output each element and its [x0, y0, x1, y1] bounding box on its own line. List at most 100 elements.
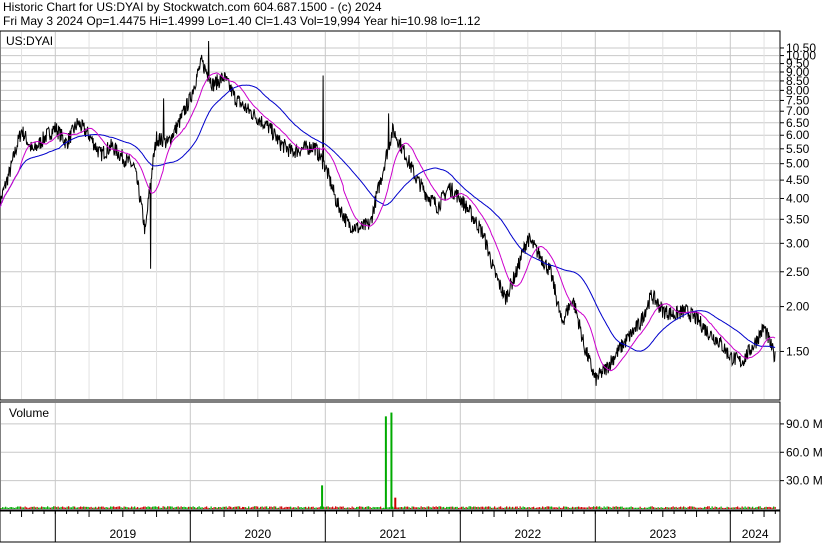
stock-chart: 10.5010.009.509.008.508.007.507.006.506.…	[0, 30, 823, 543]
volume-bar	[137, 506, 139, 509]
volume-bar	[585, 507, 587, 509]
volume-bar	[348, 507, 350, 509]
volume-bar	[323, 506, 325, 509]
volume-bar	[114, 507, 116, 509]
volume-bar	[570, 507, 572, 509]
volume-bar	[405, 506, 407, 509]
volume-bar	[36, 506, 38, 509]
time-axis-label: 2024	[742, 527, 769, 541]
price-tick-label: 4.50	[786, 173, 810, 187]
volume-bar	[329, 507, 331, 509]
volume-bar	[42, 506, 44, 509]
volume-bar	[119, 506, 121, 509]
volume-bar	[654, 507, 656, 509]
volume-bar	[773, 506, 775, 509]
volume-bar	[65, 507, 67, 509]
price-tick-label: 5.00	[786, 157, 810, 171]
volume-bar	[357, 506, 359, 509]
volume-spike-bar	[321, 485, 324, 509]
volume-bar	[572, 506, 574, 509]
volume-bar	[716, 506, 718, 509]
volume-chart-title: Volume	[9, 406, 49, 420]
volume-bar	[447, 506, 449, 509]
volume-bar	[347, 507, 349, 509]
volume-bar	[353, 507, 355, 509]
volume-bar	[753, 507, 755, 509]
volume-bar	[738, 507, 740, 509]
volume-bar	[476, 507, 478, 509]
volume-bar	[275, 506, 277, 509]
volume-bar	[326, 506, 328, 509]
volume-bar	[578, 506, 580, 509]
volume-bar	[75, 507, 77, 509]
volume-bar	[680, 506, 682, 509]
volume-bar	[639, 506, 641, 509]
volume-bar	[774, 506, 776, 509]
volume-bar	[587, 507, 589, 509]
volume-bar	[107, 507, 109, 509]
volume-bar	[80, 506, 82, 509]
volume-bar	[132, 507, 134, 509]
volume-bar	[747, 506, 749, 509]
volume-bar	[477, 506, 479, 509]
volume-bar	[171, 506, 173, 509]
volume-bar	[99, 506, 101, 509]
volume-bar	[569, 507, 571, 509]
volume-bar	[315, 507, 317, 509]
volume-bar	[464, 507, 466, 509]
volume-bar	[98, 506, 100, 509]
volume-bar	[770, 507, 772, 509]
volume-bar	[746, 507, 748, 509]
volume-bar	[156, 506, 158, 509]
volume-bar	[188, 506, 190, 509]
volume-bar	[653, 507, 655, 509]
volume-bar	[522, 506, 524, 509]
volume-bar	[596, 506, 598, 509]
volume-bar	[174, 507, 176, 509]
volume-bar	[756, 506, 758, 509]
volume-bar	[584, 507, 586, 509]
volume-bar	[699, 507, 701, 509]
volume-bar	[39, 507, 41, 509]
volume-bar	[116, 506, 118, 509]
volume-bar	[672, 506, 674, 509]
volume-bar	[356, 506, 358, 509]
volume-bar	[681, 507, 683, 509]
volume-bar	[515, 506, 517, 509]
volume-bar	[525, 507, 527, 509]
volume-bar	[0, 507, 2, 509]
volume-bar	[158, 506, 160, 509]
volume-bar	[17, 506, 19, 509]
chart-window: Historic Chart for US:DYAI by Stockwatch…	[0, 0, 830, 543]
volume-bar	[354, 507, 356, 509]
volume-bar	[18, 506, 20, 509]
volume-bar	[218, 506, 220, 509]
volume-bar	[144, 506, 146, 509]
volume-bar	[588, 506, 590, 509]
volume-bar	[671, 507, 673, 509]
volume-bar	[506, 506, 508, 509]
volume-bar	[189, 506, 191, 509]
volume-bar	[227, 507, 229, 509]
volume-bar	[608, 506, 610, 509]
volume-bar	[557, 507, 559, 509]
volume-bar	[312, 506, 314, 509]
volume-bar	[489, 506, 491, 509]
volume-bar	[413, 506, 415, 509]
volume-bar	[375, 507, 377, 509]
volume-bar	[743, 507, 745, 509]
volume-bar	[371, 507, 373, 509]
volume-bar	[675, 506, 677, 509]
volume-bar	[575, 507, 577, 509]
volume-bar	[453, 507, 455, 509]
volume-bar	[168, 506, 170, 509]
volume-bar	[465, 506, 467, 509]
volume-bar	[407, 506, 409, 509]
volume-bar	[62, 506, 64, 509]
volume-bar	[195, 507, 197, 509]
volume-bar	[161, 507, 163, 509]
volume-bar	[252, 506, 254, 509]
volume-bar	[546, 506, 548, 509]
volume-bar	[38, 507, 40, 509]
volume-bar	[339, 506, 341, 509]
